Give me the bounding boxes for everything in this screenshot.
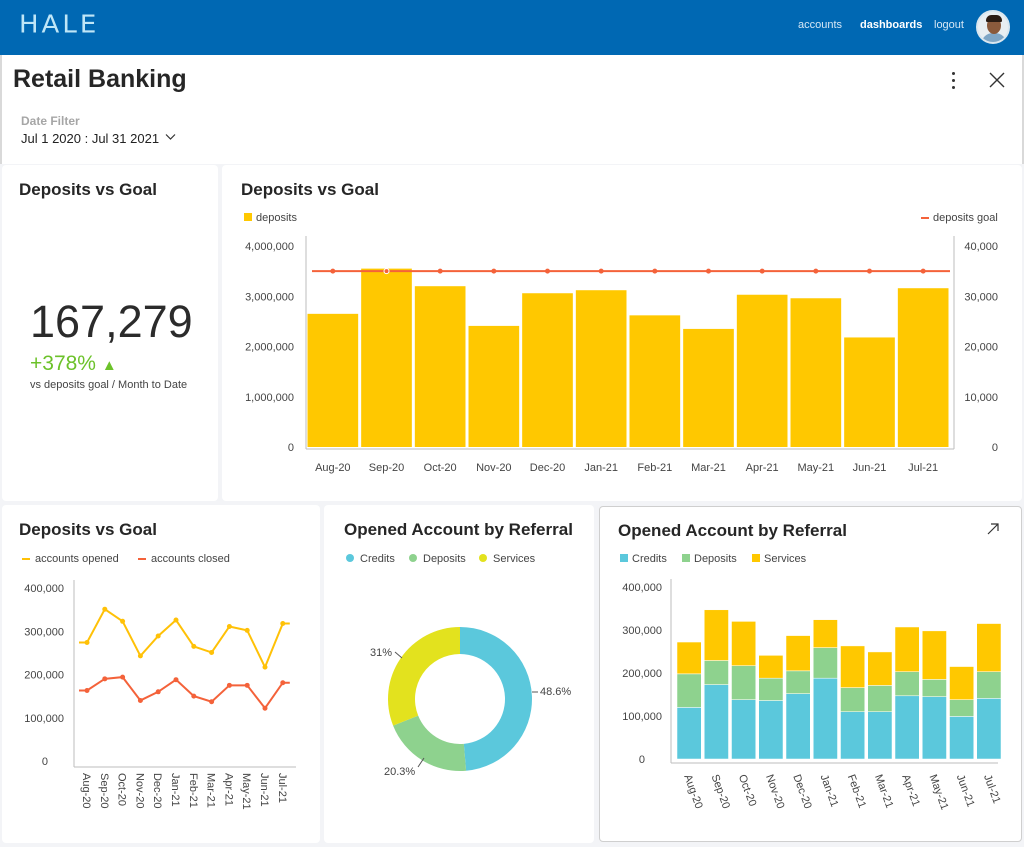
stacked-bar-credits bbox=[731, 699, 756, 760]
stacked-bar-services bbox=[867, 651, 893, 686]
stacked-bar-services bbox=[976, 623, 1002, 672]
y-tick-label: 400,000 bbox=[622, 582, 662, 594]
stacked-bar-deposits bbox=[676, 673, 702, 708]
x-tick-label: Aug-20 bbox=[681, 773, 704, 810]
stacked-bar-credits bbox=[758, 700, 784, 760]
y-tick-label: 0 bbox=[639, 754, 645, 766]
x-tick-label: Mar-21 bbox=[872, 773, 895, 810]
stacked-bar-services bbox=[949, 666, 974, 700]
x-tick-label: Oct-20 bbox=[736, 773, 759, 808]
stacked-bar-deposits bbox=[785, 670, 811, 694]
stacked-bar-services bbox=[731, 621, 756, 666]
x-tick-label: Feb-21 bbox=[845, 773, 868, 810]
x-tick-label: Sep-20 bbox=[709, 773, 732, 810]
stacked-bar-credits bbox=[894, 695, 920, 760]
stacked-bar-deposits bbox=[704, 660, 729, 685]
stacked-bar-credits bbox=[949, 716, 974, 760]
stacked-bar-credits bbox=[704, 684, 729, 760]
stacked-bar-services bbox=[840, 645, 865, 688]
referral-stacked-chart: 0 100,000 200,000 300,000 400,000 Aug-20 Sep-2… bbox=[622, 579, 1003, 812]
stacked-bar-credits bbox=[976, 698, 1002, 760]
x-tick-label: Apr-21 bbox=[899, 773, 922, 808]
stacked-bar-services bbox=[894, 626, 920, 672]
stacked-bar-services bbox=[758, 655, 784, 679]
stacked-bar-deposits bbox=[867, 685, 893, 712]
x-tick-label: Jul-21 bbox=[981, 773, 1003, 805]
y-tick-label: 100,000 bbox=[622, 711, 662, 723]
stacked-bar-services bbox=[813, 619, 838, 648]
stacked-bar-services bbox=[922, 630, 947, 680]
stacked-bar-deposits bbox=[922, 679, 947, 697]
stacked-bar-deposits bbox=[840, 687, 865, 712]
stacked-bar-credits bbox=[867, 711, 893, 760]
stacked-bar-credits bbox=[813, 677, 838, 760]
x-tick-label: Nov-20 bbox=[763, 773, 786, 810]
stacked-bar-services bbox=[676, 641, 702, 675]
x-tick-label: Dec-20 bbox=[790, 773, 813, 810]
y-tick-label: 300,000 bbox=[622, 625, 662, 637]
x-tick-label: May-21 bbox=[927, 773, 951, 812]
stacked-bar-deposits bbox=[758, 677, 784, 701]
stacked-bar-credits bbox=[922, 696, 947, 760]
stacked-bar-deposits bbox=[813, 647, 838, 679]
stacked-bar-deposits bbox=[949, 699, 974, 717]
y-tick-label: 200,000 bbox=[622, 668, 662, 680]
stacked-bar-credits bbox=[785, 693, 811, 760]
stacked-bar-services bbox=[704, 609, 729, 661]
stacked-bar-credits bbox=[676, 707, 702, 760]
x-tick-label: Jun-21 bbox=[954, 773, 977, 809]
stacked-bar-services bbox=[785, 635, 811, 672]
stacked-bar-deposits bbox=[976, 671, 1002, 699]
stacked-bar-deposits bbox=[894, 671, 920, 697]
stacked-bar-deposits bbox=[731, 665, 756, 700]
x-tick-label: Jan-21 bbox=[818, 773, 841, 809]
stacked-bar-credits bbox=[840, 711, 865, 760]
